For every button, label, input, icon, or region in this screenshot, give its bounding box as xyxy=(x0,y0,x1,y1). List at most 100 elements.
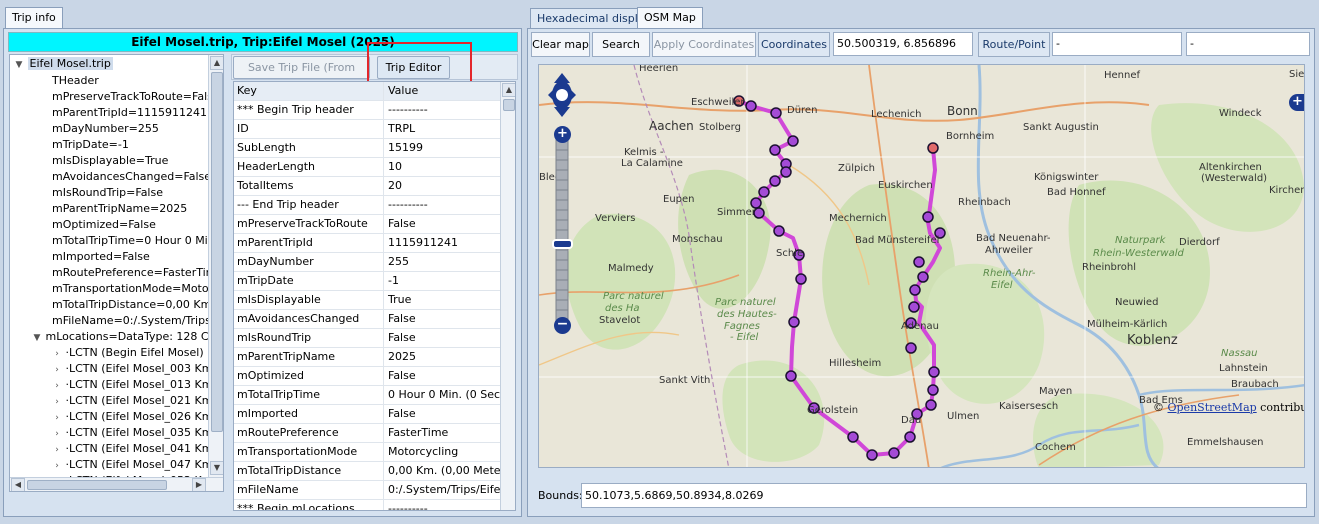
grid-key-cell[interactable]: mTransportationMode xyxy=(234,443,384,462)
save-trip-file-button[interactable]: Save Trip File (From Values) xyxy=(233,56,370,95)
grid-value-cell[interactable]: ---------- xyxy=(385,101,500,120)
grid-row[interactable]: mTotalTripDistance0,00 Km. (0,00 Meters) xyxy=(234,462,500,481)
tree-item[interactable]: mOptimized=False xyxy=(52,217,156,233)
tree-item[interactable]: mDayNumber=255 xyxy=(52,121,159,137)
grid-key-cell[interactable]: mFileName xyxy=(234,481,384,500)
grid-value-cell[interactable]: ---------- xyxy=(385,196,500,215)
grid-row[interactable]: mFileName0:/.System/Trips/Eifel M xyxy=(234,481,500,500)
tab-osm-map[interactable]: OSM Map xyxy=(637,7,703,29)
grid-value-cell[interactable]: 10 xyxy=(385,158,500,177)
grid-value-cell[interactable]: False xyxy=(385,405,500,424)
scroll-down-icon[interactable]: ▼ xyxy=(210,461,223,475)
grid-value-cell[interactable]: Motorcycling xyxy=(385,443,500,462)
grid-value-cell[interactable]: False xyxy=(385,215,500,234)
grid-key-cell[interactable]: mParentTripId xyxy=(234,234,384,253)
tree-item[interactable]: mTransportationMode=Motorcyc xyxy=(52,281,223,297)
tree-item[interactable]: mAvoidancesChanged=False xyxy=(52,169,211,185)
grid-key-cell[interactable]: mRoutePreference xyxy=(234,424,384,443)
tree-item[interactable]: mTotalTripTime=0 Hour 0 Min. (0 xyxy=(52,233,223,249)
scroll-up-icon[interactable]: ▲ xyxy=(210,56,223,70)
route-point-input-1[interactable]: - xyxy=(1052,32,1182,56)
chevron-right-icon[interactable]: › xyxy=(52,426,62,442)
tree-location-item[interactable]: › ·LCTN (Eifel Mosel_035 Km) xyxy=(52,425,217,441)
grid-key-cell[interactable]: mTripDate xyxy=(234,272,384,291)
tree-item[interactable]: mImported=False xyxy=(52,249,150,265)
grid-row[interactable]: SubLength 15199 xyxy=(234,139,500,158)
tree-item[interactable]: mParentTripName=2025 xyxy=(52,201,187,217)
grid-row[interactable]: --- End Trip header ---------- xyxy=(234,196,500,215)
grid-key-cell[interactable]: mParentTripName xyxy=(234,348,384,367)
zoom-slider[interactable] xyxy=(553,125,571,335)
scroll-thumb-horizontal[interactable] xyxy=(27,480,167,490)
grid-value-cell[interactable]: False xyxy=(385,367,500,386)
scroll-left-icon[interactable]: ◀ xyxy=(11,478,25,491)
grid-key-cell[interactable]: *** Begin mLocations xyxy=(234,500,384,510)
grid-row[interactable]: mRoutePreference FasterTime xyxy=(234,424,500,443)
grid-vertical-scrollbar[interactable]: ▲ xyxy=(500,82,515,510)
grid-value-cell[interactable]: TRPL xyxy=(385,120,500,139)
scroll-up-icon[interactable]: ▲ xyxy=(502,83,515,97)
grid-row[interactable]: mOptimized False xyxy=(234,367,500,386)
grid-key-cell[interactable]: mTotalTripDistance xyxy=(234,462,384,481)
tree-location-item[interactable]: › ·LCTN (Eifel Mosel_026 Km) xyxy=(52,409,217,425)
grid-key-cell[interactable]: --- End Trip header xyxy=(234,196,384,215)
grid-value-cell[interactable]: False xyxy=(385,310,500,329)
tree-location-item[interactable]: › ·LCTN (Begin Eifel Mosel) xyxy=(52,345,203,361)
grid-row[interactable]: mParentTripName 2025 xyxy=(234,348,500,367)
tree-horizontal-scrollbar[interactable]: ◀ ▶ xyxy=(10,477,223,491)
grid-key-cell[interactable]: SubLength xyxy=(234,139,384,158)
tree-item[interactable]: THeader xyxy=(52,73,99,89)
scroll-thumb[interactable] xyxy=(211,72,223,432)
splitter[interactable] xyxy=(226,54,231,514)
tree-item[interactable]: mRoutePreference=FasterTime xyxy=(52,265,223,281)
grid-row[interactable]: *** Begin mLocations ---------- xyxy=(234,500,500,510)
grid-value-cell[interactable]: 1115911241 xyxy=(385,234,500,253)
zoom-level-handle[interactable] xyxy=(552,239,573,249)
grid-key-cell[interactable]: mOptimized xyxy=(234,367,384,386)
grid-value-cell[interactable]: -1 xyxy=(385,272,500,291)
grid-value-cell[interactable]: 2025 xyxy=(385,348,500,367)
chevron-down-icon[interactable]: ▼ xyxy=(32,330,42,346)
grid-key-cell[interactable]: mImported xyxy=(234,405,384,424)
pan-arrows-icon[interactable] xyxy=(546,71,578,119)
grid-row[interactable]: mParentTripId 1115911241 xyxy=(234,234,500,253)
tree-locations-node[interactable]: ▼ mLocations=DataType: 128 Clas xyxy=(32,329,223,346)
layer-switcher-icon[interactable]: + xyxy=(1289,94,1304,111)
tree-location-item[interactable]: › ·LCTN (Eifel Mosel_003 Km) xyxy=(52,361,217,377)
tree-root[interactable]: ▼ Eifel Mosel.trip xyxy=(14,56,113,72)
route-point-input-2[interactable]: - xyxy=(1186,32,1310,56)
tree-location-item[interactable]: › ·LCTN (Eifel Mosel_021 Km) xyxy=(52,393,217,409)
grid-value-cell[interactable]: 0:/.System/Trips/Eifel M xyxy=(385,481,500,500)
apply-coordinates-button[interactable]: Apply Coordinates xyxy=(652,32,756,57)
trip-tree[interactable]: ▼ Eifel Mosel.trip THeader mPreserveTrack… xyxy=(9,54,224,492)
tree-location-item[interactable]: › ·LCTN (Eifel Mosel_013 Km) xyxy=(52,377,217,393)
chevron-right-icon[interactable]: › xyxy=(52,362,62,378)
grid-value-cell[interactable]: True xyxy=(385,291,500,310)
bounds-input[interactable]: 50.1073,5.6869,50.8934,8.0269 xyxy=(581,483,1307,508)
grid-value-cell[interactable]: 15199 xyxy=(385,139,500,158)
grid-row[interactable]: mIsRoundTrip False xyxy=(234,329,500,348)
zoom-in-icon[interactable]: + xyxy=(554,126,571,143)
grid-value-cell[interactable]: 0,00 Km. (0,00 Meters) xyxy=(385,462,500,481)
tree-item[interactable]: mTotalTripDistance=0,00 Km. (0 xyxy=(52,297,223,313)
tree-item[interactable]: mIsDisplayable=True xyxy=(52,153,168,169)
grid-row[interactable]: mTransportationMode Motorcycling xyxy=(234,443,500,462)
grid-row[interactable]: mPreserveTrackToRoute False xyxy=(234,215,500,234)
grid-value-cell[interactable]: 0 Hour 0 Min. (0 Secon xyxy=(385,386,500,405)
tree-vertical-scrollbar[interactable]: ▲ ▼ xyxy=(208,55,223,477)
tree-location-item[interactable]: › ·LCTN (Eifel Mosel_041 Km) xyxy=(52,441,217,457)
grid-key-cell[interactable]: mTotalTripTime xyxy=(234,386,384,405)
grid-header-key[interactable]: Key xyxy=(234,82,384,101)
grid-key-cell[interactable]: TotalItems xyxy=(234,177,384,196)
chevron-down-icon[interactable]: ▼ xyxy=(14,57,24,73)
grid-key-cell[interactable]: ID xyxy=(234,120,384,139)
coordinates-button[interactable]: Coordinates xyxy=(758,32,830,57)
pan-control[interactable] xyxy=(546,71,578,119)
grid-row[interactable]: *** Begin Trip header ---------- xyxy=(234,101,500,120)
chevron-right-icon[interactable]: › xyxy=(52,378,62,394)
grid-row[interactable]: mTripDate -1 xyxy=(234,272,500,291)
key-value-grid[interactable]: Key Value *** Begin Trip header ---------… xyxy=(233,81,516,511)
grid-key-cell[interactable]: *** Begin Trip header xyxy=(234,101,384,120)
tree-location-item[interactable]: › ·LCTN (Eifel Mosel_047 Km) xyxy=(52,457,217,473)
grid-value-cell[interactable]: False xyxy=(385,329,500,348)
